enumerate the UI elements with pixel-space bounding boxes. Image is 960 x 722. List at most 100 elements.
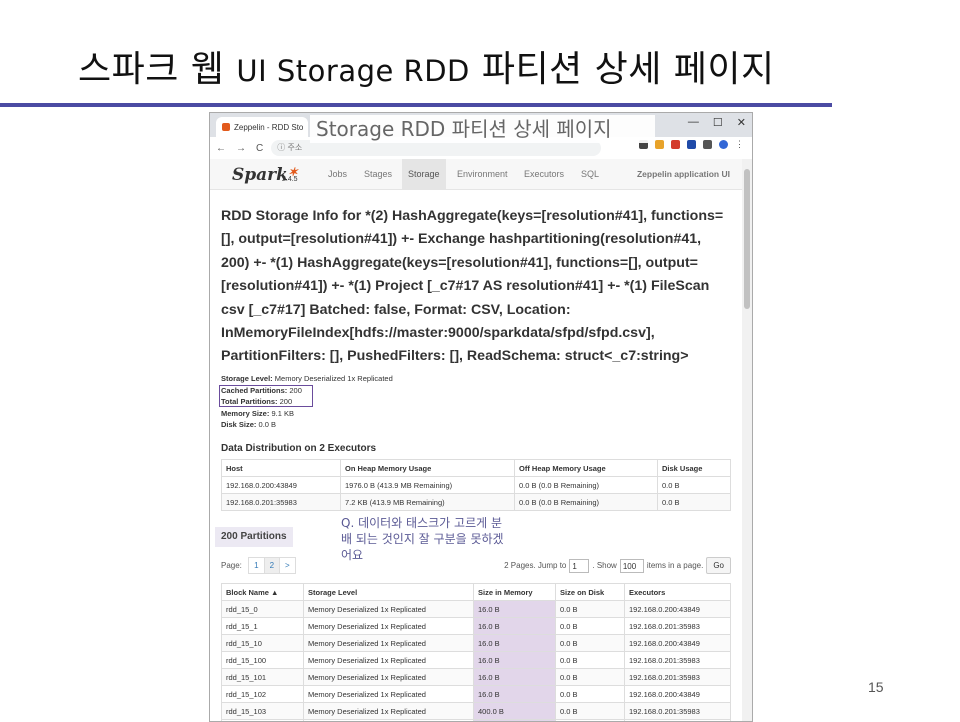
partitions-heading[interactable]: 200 Partitions (215, 527, 293, 547)
disk-size-value: 0.0 B (259, 420, 277, 429)
table-cell: 192.168.0.200:43849 (625, 686, 731, 703)
table-cell: 7.2 KB (413.9 MB Remaining) (341, 494, 515, 511)
partitions-highlight-box (219, 385, 313, 407)
url-text: 주소 (287, 143, 302, 152)
next-page-link[interactable]: > (279, 557, 296, 574)
title-part1: 스파크 웹 (78, 49, 236, 90)
logo-text: Spark (232, 165, 288, 185)
storage-level-value: Memory Deserialized 1x Replicated (275, 374, 393, 383)
table-cell: rdd_15_103 (222, 703, 304, 720)
table-cell: 192.168.0.200:43849 (625, 635, 731, 652)
table-cell: Memory Deserialized 1x Replicated (304, 703, 474, 720)
column-header-block-name[interactable]: Block Name ▲ (222, 584, 304, 601)
column-header-storage-level[interactable]: Storage Level (304, 584, 474, 601)
table-cell: 0.0 B (0.0 B Remaining) (515, 494, 658, 511)
tab-sql[interactable]: SQL (575, 159, 605, 189)
disk-size-label: Disk Size: (221, 420, 256, 429)
column-header-size-on-disk[interactable]: Size on Disk (556, 584, 625, 601)
table-cell: 0.0 B (658, 477, 731, 494)
table-row: rdd_15_102Memory Deserialized 1x Replica… (222, 686, 731, 703)
table-cell: 16.0 B (474, 618, 556, 635)
table-cell: 0.0 B (0.0 B Remaining) (515, 477, 658, 494)
distribution-title: Data Distribution on 2 Executors (221, 443, 376, 454)
overlay-caption: Storage RDD 파티션 상세 페이지 (310, 115, 655, 143)
maximize-icon[interactable]: ☐ (713, 116, 723, 129)
spark-navbar: Spark✶ 2.4.5 Jobs Stages Storage Environ… (210, 159, 742, 190)
close-icon[interactable]: ✕ (737, 116, 746, 129)
table-cell: 192.168.0.200:43849 (625, 601, 731, 618)
table-cell: 0.0 B (556, 669, 625, 686)
table-row: rdd_15_10Memory Deserialized 1x Replicat… (222, 635, 731, 652)
column-header[interactable]: Host (222, 460, 341, 477)
page-link-1[interactable]: 1 (248, 557, 264, 574)
table-cell: rdd_15_101 (222, 669, 304, 686)
table-cell: 192.168.0.201:35983 (222, 494, 341, 511)
pages-text: 2 Pages. Jump to (504, 561, 566, 570)
extension-icon[interactable] (671, 140, 680, 149)
table-row: 192.168.0.201:35983 7.2 KB (413.9 MB Rem… (222, 494, 731, 511)
table-cell: rdd_15_102 (222, 686, 304, 703)
extension-icon[interactable] (687, 140, 696, 149)
extension-icon[interactable] (703, 140, 712, 149)
tab-storage[interactable]: Storage (402, 159, 446, 189)
table-cell: Memory Deserialized 1x Replicated (304, 635, 474, 652)
question-note: Q. 데이터와 태스크가 고르게 분배 되는 것인지 잘 구분을 못하겠어요 (341, 515, 509, 563)
browser-tab[interactable]: Zeppelin - RDD Sto (216, 117, 308, 137)
page-size-input[interactable]: 100 (620, 559, 644, 573)
go-button[interactable]: Go (706, 557, 731, 574)
column-header[interactable]: Disk Usage (658, 460, 731, 477)
table-cell: 16.0 B (474, 601, 556, 618)
column-header[interactable]: Off Heap Memory Usage (515, 460, 658, 477)
pagination: Page: 12> 2 Pages. Jump to 1 . Show 100 … (221, 557, 731, 574)
table-cell: rdd_15_10 (222, 635, 304, 652)
table-row: rdd_15_103Memory Deserialized 1x Replica… (222, 703, 731, 720)
extension-icon[interactable] (655, 140, 664, 149)
page-controls: 2 Pages. Jump to 1 . Show 100 items in a… (504, 557, 731, 574)
column-header-executors[interactable]: Executors (625, 584, 731, 601)
table-cell: 16.0 B (474, 669, 556, 686)
table-cell: 16.0 B (474, 635, 556, 652)
column-header-size-in-memory[interactable]: Size in Memory (474, 584, 556, 601)
table-row: rdd_15_0Memory Deserialized 1x Replicate… (222, 601, 731, 618)
vertical-scrollbar[interactable] (742, 159, 752, 721)
tab-stages[interactable]: Stages (358, 159, 398, 189)
table-cell: Memory Deserialized 1x Replicated (304, 669, 474, 686)
column-header[interactable]: On Heap Memory Usage (341, 460, 515, 477)
slide-title: 스파크 웹 UI Storage RDD 파티션 상세 페이지 (78, 40, 775, 92)
table-cell: rdd_15_100 (222, 652, 304, 669)
rdd-title: RDD Storage Info for *(2) HashAggregate(… (221, 205, 731, 369)
storage-level-label: Storage Level: (221, 374, 273, 383)
page-number: 15 (868, 679, 884, 695)
tab-title: Zeppelin - RDD Sto (234, 123, 303, 132)
reload-icon[interactable]: C (256, 143, 263, 154)
table-cell: 0.0 B (556, 635, 625, 652)
table-cell: Memory Deserialized 1x Replicated (304, 618, 474, 635)
table-cell: 0.0 B (658, 494, 731, 511)
menu-icon[interactable]: ⋮ (735, 140, 744, 149)
title-divider (0, 103, 832, 107)
window-controls: — ☐ ✕ (688, 116, 746, 129)
table-cell: 1976.0 B (413.9 MB Remaining) (341, 477, 515, 494)
scrollbar-thumb[interactable] (744, 169, 750, 309)
tab-jobs[interactable]: Jobs (322, 159, 353, 189)
table-cell: 0.0 B (556, 703, 625, 720)
blocks-table-body: rdd_15_0Memory Deserialized 1x Replicate… (222, 601, 731, 722)
minimize-icon[interactable]: — (688, 116, 699, 129)
table-cell: 192.168.0.201:35983 (625, 669, 731, 686)
items-label: items in a page. (647, 561, 703, 570)
table-cell: 0.0 B (556, 618, 625, 635)
tab-environment[interactable]: Environment (451, 159, 514, 189)
back-icon[interactable]: ← (216, 143, 226, 154)
profile-icon[interactable] (719, 140, 728, 149)
tab-executors[interactable]: Executors (518, 159, 570, 189)
forward-icon[interactable]: → (236, 143, 246, 154)
spark-version: 2.4.5 (282, 176, 298, 183)
title-part2: UI Storage RDD (236, 54, 470, 88)
table-cell: 0.0 B (556, 686, 625, 703)
jump-to-input[interactable]: 1 (569, 559, 589, 573)
title-part3: 파티션 상세 페이지 (470, 49, 775, 90)
page-link-2[interactable]: 2 (264, 557, 280, 574)
table-cell: 400.0 B (474, 703, 556, 720)
table-cell: Memory Deserialized 1x Replicated (304, 601, 474, 618)
table-row: rdd_15_101Memory Deserialized 1x Replica… (222, 669, 731, 686)
